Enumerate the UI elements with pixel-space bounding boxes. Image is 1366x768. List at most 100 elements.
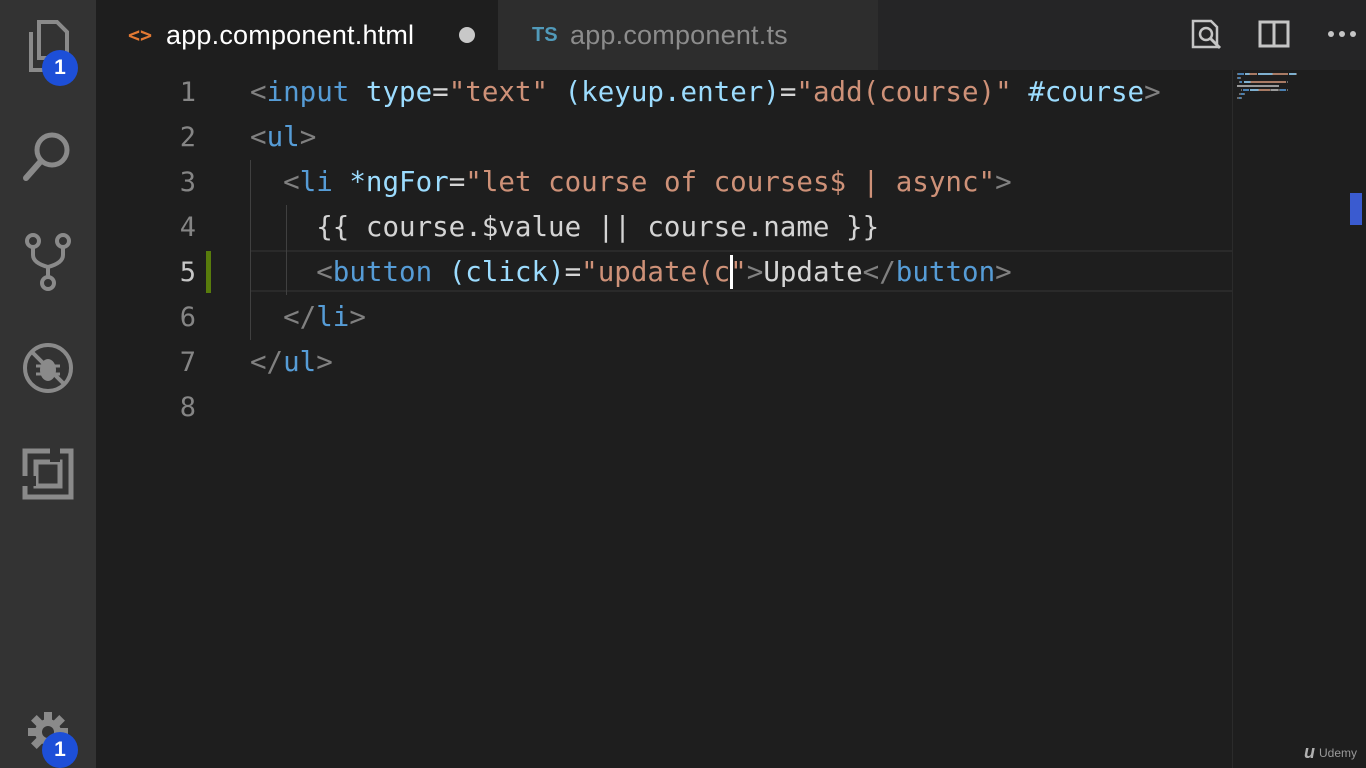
code-token: > xyxy=(995,256,1012,288)
more-icon xyxy=(1328,31,1356,37)
code-token: </ xyxy=(250,346,284,378)
code-line[interactable]: </ul> xyxy=(250,340,333,385)
code-line[interactable]: <li *ngFor="let course of courses$ | asy… xyxy=(250,160,1012,205)
code-editor[interactable]: 12345678 <input type="text" (keyup.enter… xyxy=(96,70,1232,768)
minimap-token xyxy=(1240,77,1242,79)
code-token: ul xyxy=(266,121,300,153)
tab-bar: <> app.component.html TS app.component.t… xyxy=(96,0,1366,70)
code-token: </ xyxy=(862,256,896,288)
source-control-icon xyxy=(25,233,71,291)
tab-app-component-ts[interactable]: TS app.component.ts xyxy=(498,0,878,70)
search-icon xyxy=(23,132,70,181)
code-token: *ngFor xyxy=(349,166,449,198)
vertical-scrollbar[interactable] xyxy=(1350,70,1366,768)
code-token: < xyxy=(250,76,267,108)
code-token: = xyxy=(564,256,582,288)
udemy-watermark: u Udemy xyxy=(1304,742,1357,763)
code-token: > xyxy=(1144,76,1161,108)
code-token: = xyxy=(432,76,449,108)
code-token: button xyxy=(895,256,996,288)
minimap-token xyxy=(1250,73,1257,75)
open-changes-button[interactable] xyxy=(1188,16,1224,52)
code-token: = xyxy=(448,166,466,198)
minimap-token xyxy=(1296,73,1298,75)
extensions-icon xyxy=(22,448,74,500)
code-token: </ xyxy=(283,301,317,333)
code-token: "add(course)" xyxy=(796,76,1012,108)
open-changes-icon xyxy=(1191,19,1222,50)
minimap-token xyxy=(1251,81,1287,83)
debug-button[interactable] xyxy=(0,328,96,408)
minimap-token xyxy=(1288,73,1297,75)
line-number: 5 xyxy=(179,257,196,288)
code-line[interactable]: {{ course.$value || course.name }} xyxy=(250,205,879,250)
code-token: ul xyxy=(283,346,317,378)
code-token: "update(c" xyxy=(581,256,747,288)
code-token: < xyxy=(316,256,333,288)
extensions-button[interactable] xyxy=(0,434,96,514)
explorer-badge: 1 xyxy=(42,50,78,86)
code-line[interactable]: <input type="text" (keyup.enter)="add(co… xyxy=(250,70,1161,115)
code-token: type xyxy=(365,76,433,108)
search-button[interactable] xyxy=(0,116,96,196)
code-token: (keyup.enter) xyxy=(564,76,780,108)
minimap-token xyxy=(1243,81,1251,83)
unsaved-dot-icon[interactable] xyxy=(459,27,475,43)
tab-app-component-html[interactable]: <> app.component.html xyxy=(96,0,498,70)
line-number: 2 xyxy=(179,122,196,153)
code-token: "text" xyxy=(448,76,549,108)
typescript-file-icon: TS xyxy=(532,23,558,46)
minimap[interactable] xyxy=(1232,70,1350,768)
explorer-button[interactable]: 1 xyxy=(0,6,96,86)
code-token: > xyxy=(349,301,366,333)
line-number: 8 xyxy=(179,392,196,423)
code-token: li xyxy=(316,301,350,333)
minimap-token xyxy=(1271,89,1278,91)
code-token: #course xyxy=(1028,76,1145,108)
line-number: 3 xyxy=(179,167,196,198)
code-token: > xyxy=(995,166,1012,198)
code-line[interactable]: <button (click)="update(c">Update</butto… xyxy=(250,250,1012,295)
minimap-token xyxy=(1238,73,1244,75)
html-file-icon: <> xyxy=(128,23,153,47)
git-modified-marker xyxy=(206,251,211,293)
code-token: < xyxy=(250,121,267,153)
text-cursor xyxy=(730,255,734,289)
code-token: button xyxy=(332,256,433,288)
minimap-token xyxy=(1243,93,1245,95)
activity-bar: 1 1 xyxy=(0,0,96,768)
code-line[interactable]: </li> xyxy=(250,295,366,340)
minimap-token xyxy=(1286,81,1288,83)
settings-button[interactable]: 1 xyxy=(0,692,96,768)
code-line[interactable]: <ul> xyxy=(250,115,316,160)
minimap-token xyxy=(1242,89,1250,91)
minimap-token xyxy=(1286,89,1288,91)
minimap-token xyxy=(1240,81,1243,83)
udemy-logo-icon: u xyxy=(1304,742,1315,762)
split-editor-icon xyxy=(1258,20,1290,48)
debug-icon xyxy=(23,343,73,393)
minimap-token xyxy=(1279,89,1287,91)
line-number: 7 xyxy=(179,347,196,378)
source-control-button[interactable] xyxy=(0,222,96,302)
minimap-token xyxy=(1250,89,1258,91)
minimap-token xyxy=(1241,97,1243,99)
watermark-label: Udemy xyxy=(1319,745,1358,760)
line-number: 4 xyxy=(179,212,196,243)
scrollbar-thumb[interactable] xyxy=(1350,193,1362,225)
minimap-token xyxy=(1273,73,1288,75)
code-token: > xyxy=(316,346,333,378)
minimap-token xyxy=(1237,85,1279,87)
more-actions-button[interactable] xyxy=(1324,16,1360,52)
code-token: > xyxy=(299,121,317,153)
split-editor-button[interactable] xyxy=(1256,16,1292,52)
code-token: li xyxy=(299,166,333,198)
code-token: < xyxy=(283,166,300,198)
line-number: 1 xyxy=(179,77,196,108)
